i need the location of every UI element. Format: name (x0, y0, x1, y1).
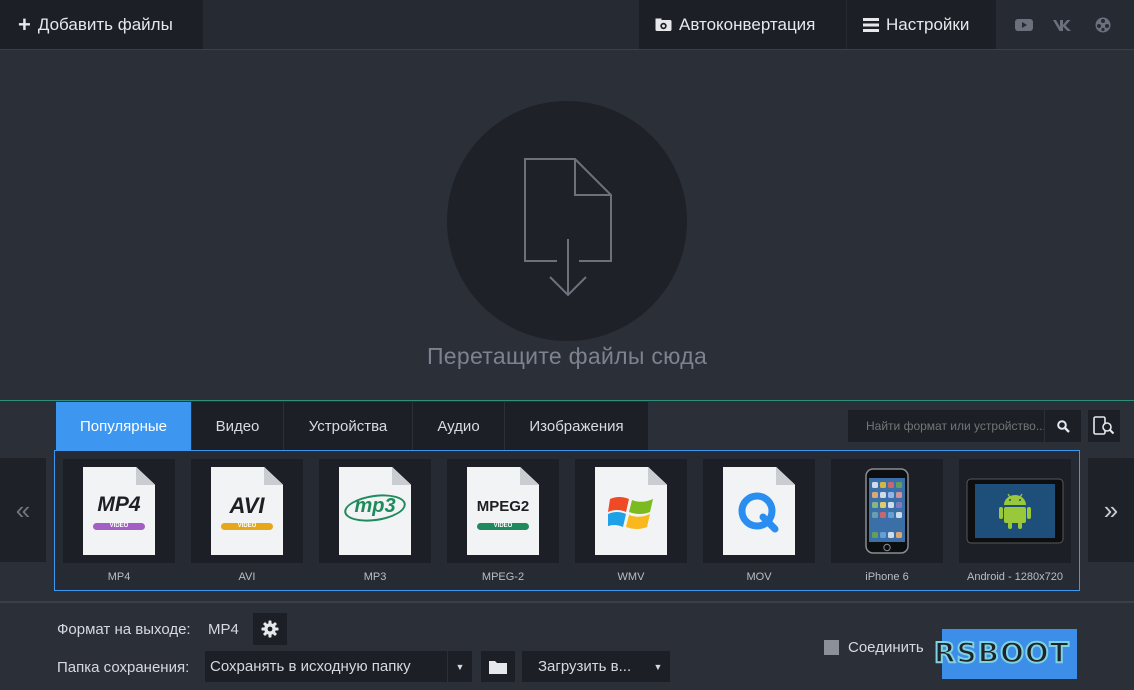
youtube-icon[interactable] (1013, 14, 1035, 36)
format-mov[interactable]: MOV (703, 459, 815, 583)
drop-hint: Перетащите файлы сюда (426, 343, 708, 369)
format-mp3[interactable]: mp3 MP3 (319, 459, 431, 583)
format-settings-button[interactable] (253, 613, 287, 645)
format-wmv[interactable]: WMV (575, 459, 687, 583)
mp4-logo-icon: MP4 VIDEO (83, 467, 155, 555)
avi-logo-icon: AVI VIDEO (211, 467, 283, 555)
vk-icon[interactable] (1052, 14, 1074, 36)
save-folder-value: Сохранять в исходную папку (210, 658, 411, 675)
windows-logo-icon (595, 467, 667, 555)
chevron-down-icon: ▼ (653, 661, 663, 672)
drop-zone[interactable]: Перетащите файлы сюда (0, 50, 1134, 401)
format-caption: MP4 (107, 571, 131, 583)
format-tabs: Популярные Видео Устройства Аудио Изобра… (56, 402, 649, 450)
format-iphone6[interactable]: iPhone 6 (831, 459, 943, 583)
format-avi[interactable]: AVI VIDEO AVI (191, 459, 303, 583)
search-icon (1056, 419, 1070, 433)
format-mp4[interactable]: MP4 VIDEO MP4 (63, 459, 175, 583)
tab-images[interactable]: Изображения (505, 402, 648, 450)
format-tile: AVI VIDEO (191, 459, 303, 563)
iphone-icon (865, 468, 909, 554)
file-download-icon (524, 158, 612, 297)
format-badge: VIDEO (93, 523, 145, 530)
format-tile: MPEG2 VIDEO (447, 459, 559, 563)
format-logo-text: AVI (229, 493, 265, 518)
format-mpeg2[interactable]: MPEG2 VIDEO MPEG-2 (447, 459, 559, 583)
upload-to-label: Загрузить в... (538, 658, 632, 675)
format-caption: Android - 1280x720 (966, 571, 1063, 583)
join-checkbox[interactable] (824, 640, 839, 655)
join-label: Соединить (848, 639, 924, 656)
device-search-icon (1093, 416, 1115, 435)
tab-devices[interactable]: Устройства (284, 402, 412, 450)
quicktime-logo-icon (723, 467, 795, 555)
browse-folder-button[interactable] (481, 651, 515, 682)
format-logo-text: mp3 (354, 495, 396, 517)
format-caption: MOV (746, 571, 772, 583)
format-badge: VIDEO (477, 523, 529, 530)
format-tile: MP4 VIDEO (63, 459, 175, 563)
android-tablet-icon (966, 478, 1064, 544)
format-panel: Популярные Видео Устройства Аудио Изобра… (0, 402, 1134, 601)
format-caption: MPEG-2 (481, 571, 525, 583)
folder-icon (489, 660, 507, 674)
add-files-label: Добавить файлы (37, 14, 173, 34)
upload-to-button[interactable]: Загрузить в... (522, 651, 646, 682)
chevron-down-icon: ▼ (455, 661, 465, 672)
format-badge: VIDEO (221, 523, 273, 530)
top-toolbar: + Добавить файлы Автоконвертация Настрой… (0, 0, 1134, 50)
output-format-label: Формат на выходе: (57, 621, 191, 638)
output-format-value: MP4 (208, 621, 239, 638)
format-caption: AVI (238, 571, 256, 583)
rsboot-watermark: RSBOOT (933, 635, 1070, 670)
plus-icon: + (18, 11, 31, 37)
movavi-icon[interactable] (1092, 14, 1114, 36)
format-tile (703, 459, 815, 563)
format-tile (959, 459, 1071, 563)
format-logo-text: MP4 (97, 493, 141, 516)
format-strip: MP4 VIDEO MP4 AVI VIDEO AVI mp3 MP3 MPEG… (54, 450, 1080, 591)
mpeg2-logo-icon: MPEG2 VIDEO (467, 467, 539, 555)
menu-icon (863, 17, 879, 32)
scroll-right-arrow[interactable]: » (1088, 458, 1134, 562)
tab-popular[interactable]: Популярные (56, 402, 191, 450)
save-folder-label: Папка сохранения: (57, 659, 190, 676)
tab-video[interactable]: Видео (192, 402, 283, 450)
format-tile (831, 459, 943, 563)
upload-dropdown[interactable]: ▼ (646, 651, 670, 682)
scroll-left-arrow[interactable]: « (0, 458, 46, 562)
format-tile (575, 459, 687, 563)
format-tile: mp3 (319, 459, 431, 563)
format-logo-text: MPEG2 (476, 498, 530, 515)
output-settings-bar: Формат на выходе: MP4 Папка сохранения: … (0, 601, 1134, 690)
mp3-logo-icon: mp3 (339, 467, 411, 555)
settings-button[interactable]: Настройки (847, 0, 996, 49)
gear-icon (261, 620, 279, 638)
format-android[interactable]: Android - 1280x720 (959, 459, 1071, 583)
save-folder-select[interactable]: Сохранять в исходную папку (205, 651, 447, 682)
format-caption: iPhone 6 (865, 571, 909, 583)
tab-audio[interactable]: Аудио (413, 402, 504, 450)
eye-folder-icon (655, 18, 672, 31)
detect-device-button[interactable] (1088, 410, 1120, 442)
search-button[interactable] (1045, 410, 1081, 442)
format-caption: WMV (617, 571, 645, 583)
format-search-input[interactable] (848, 410, 1044, 442)
autoconvert-button[interactable]: Автоконвертация (639, 0, 846, 49)
autoconvert-label: Автоконвертация (679, 14, 816, 34)
format-caption: MP3 (363, 571, 387, 583)
add-files-button[interactable]: + Добавить файлы (0, 0, 203, 49)
save-folder-dropdown[interactable]: ▼ (448, 651, 472, 682)
settings-label: Настройки (886, 14, 970, 34)
drop-circle (447, 101, 687, 341)
